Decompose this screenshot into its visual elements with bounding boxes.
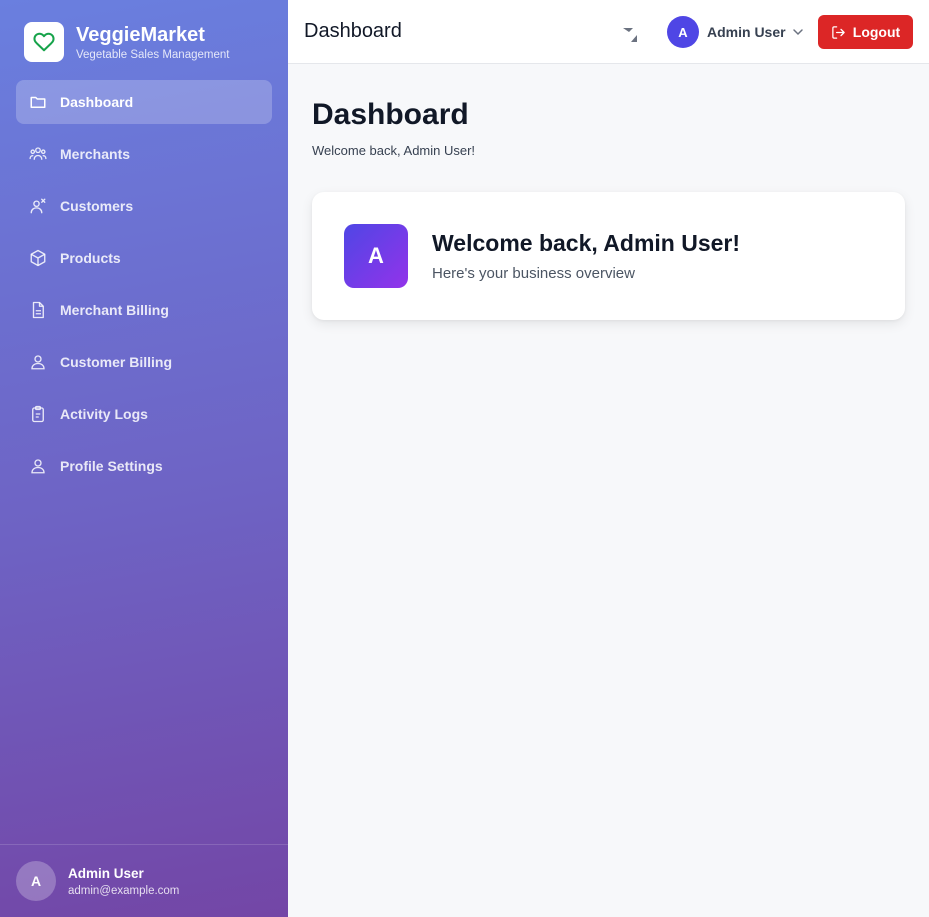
user-icon xyxy=(29,353,47,371)
sidebar-item-dashboard[interactable]: Dashboard xyxy=(16,80,272,124)
sidebar-item-customers[interactable]: Customers xyxy=(16,184,272,228)
sidebar-item-label: Merchants xyxy=(60,146,131,162)
brand[interactable]: VeggieMarket Vegetable Sales Management xyxy=(24,22,229,62)
avatar: A xyxy=(344,224,408,288)
page-title-topbar: Dashboard xyxy=(304,20,402,42)
user-x-icon xyxy=(29,197,47,215)
page-title: Dashboard xyxy=(312,98,469,131)
sidebar-item-label: Merchant Billing xyxy=(60,302,169,318)
brand-title: VeggieMarket xyxy=(76,24,205,46)
sidebar-item-products[interactable]: Products xyxy=(16,236,272,280)
box-icon xyxy=(29,249,47,267)
welcome-title: Welcome back, Admin User! xyxy=(432,230,741,256)
chevron-down-icon xyxy=(792,29,803,36)
welcome-card: A Welcome back, Admin User! Here's your … xyxy=(312,192,905,320)
sidebar-item-merchants[interactable]: Merchants xyxy=(16,132,272,176)
user-menu-name: Admin User xyxy=(707,24,786,40)
sidebar-user-card[interactable]: A Admin User admin@example.com xyxy=(0,844,288,917)
logout-button[interactable]: Logout xyxy=(818,15,913,49)
sidebar-nav: Dashboard Merchants Customers Products M… xyxy=(16,80,272,496)
avatar: A xyxy=(16,861,56,901)
clipboard-icon xyxy=(29,405,47,423)
document-icon xyxy=(29,301,47,319)
sidebar-item-profile-settings[interactable]: Profile Settings xyxy=(16,444,272,488)
sidebar-user-name: Admin User xyxy=(68,865,144,881)
folder-icon xyxy=(29,93,47,111)
user-icon xyxy=(29,457,47,475)
topbar: Dashboard A Admin User Logout xyxy=(288,0,929,64)
sidebar-item-label: Activity Logs xyxy=(60,406,148,422)
sidebar-item-label: Dashboard xyxy=(60,94,134,110)
logout-icon xyxy=(832,25,845,39)
sidebar-item-label: Profile Settings xyxy=(60,458,163,474)
avatar: A xyxy=(667,16,699,48)
brand-subtitle: Vegetable Sales Management xyxy=(76,49,230,61)
sidebar-item-customer-billing[interactable]: Customer Billing xyxy=(16,340,272,384)
sidebar: VeggieMarket Vegetable Sales Management … xyxy=(0,0,288,917)
user-menu[interactable]: A Admin User xyxy=(667,16,804,48)
logout-label: Logout xyxy=(852,24,901,40)
page-subtitle: Welcome back, Admin User! xyxy=(312,143,476,158)
sidebar-item-label: Products xyxy=(60,250,121,266)
brand-logo xyxy=(24,22,64,62)
sidebar-item-activity-logs[interactable]: Activity Logs xyxy=(16,392,272,436)
sidebar-user-email: admin@example.com xyxy=(68,884,180,897)
sidebar-item-label: Customers xyxy=(60,198,134,214)
sidebar-item-label: Customer Billing xyxy=(60,354,173,370)
welcome-subtitle: Here's your business overview xyxy=(432,265,635,282)
sidebar-item-merchant-billing[interactable]: Merchant Billing xyxy=(16,288,272,332)
language-icon[interactable] xyxy=(621,24,641,44)
heart-icon xyxy=(33,32,55,52)
users-icon xyxy=(29,145,47,163)
